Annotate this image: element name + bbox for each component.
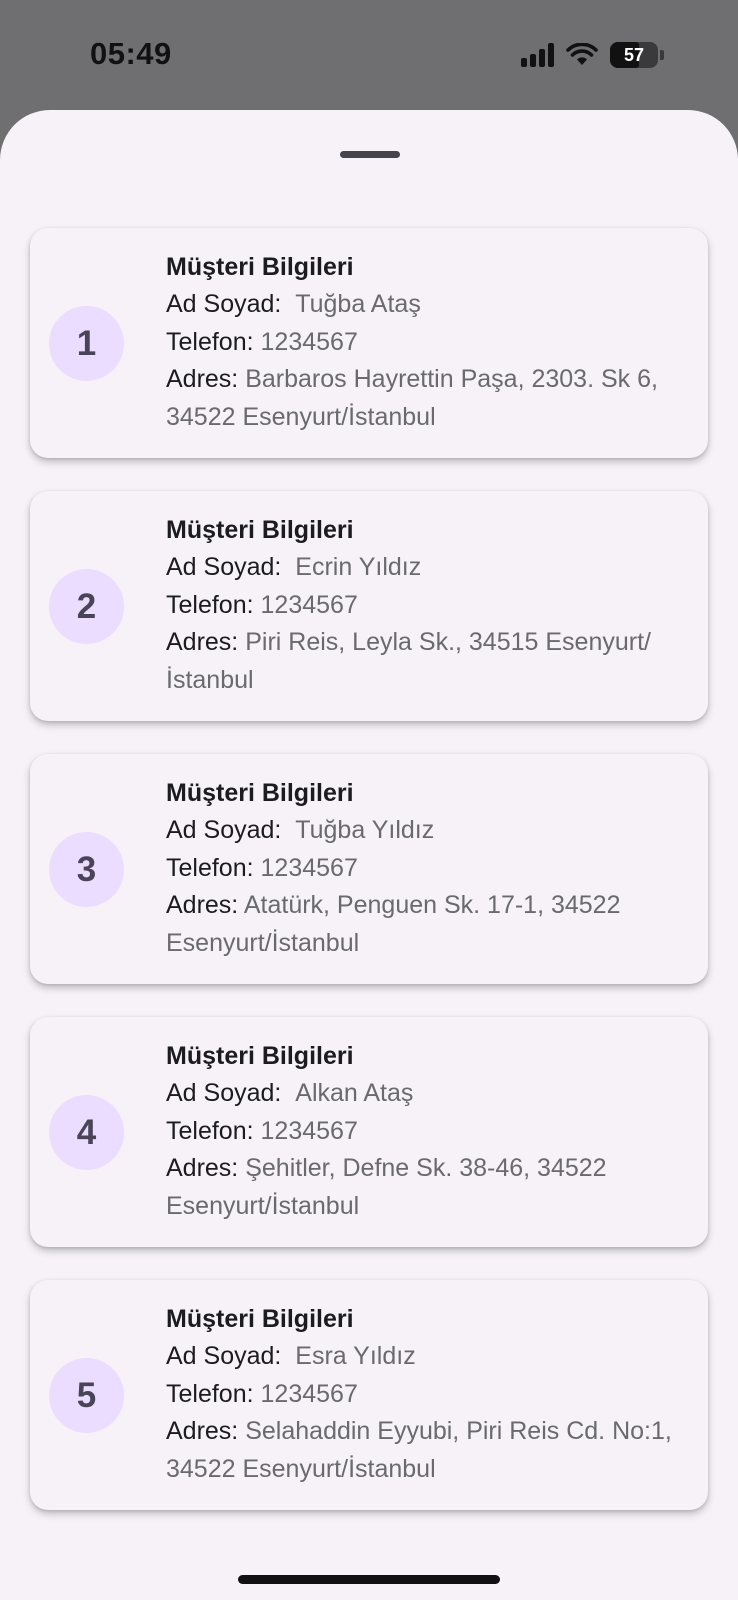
phone-row: Telefon: 1234567 (166, 1113, 686, 1151)
battery-level: 57 (623, 45, 645, 65)
address-row: Adres: Şehitler, Defne Sk. 38-46, 34522 … (166, 1150, 686, 1225)
phone-row: Telefon: 1234567 (166, 587, 686, 625)
status-icons: 57 (521, 40, 664, 70)
card-title: Müşteri Bilgileri (166, 253, 354, 281)
phone-label: Telefon: (166, 590, 254, 619)
address-label: Adres: (166, 1417, 239, 1445)
name-label: Ad Soyad: (166, 816, 282, 844)
customer-name: Tuğba Ataş (295, 290, 421, 318)
customer-name: Ecrin Yıldız (295, 553, 422, 581)
customer-phone: 1234567 (260, 590, 358, 619)
phone-row: Telefon: 1234567 (166, 324, 686, 362)
customer-number-avatar: 5 (49, 1358, 124, 1433)
customer-card[interactable]: 3 Müşteri Bilgileri Ad Soyad: Tuğba Yıld… (30, 754, 708, 984)
name-label: Ad Soyad: (166, 1342, 282, 1370)
phone-row: Telefon: 1234567 (166, 1376, 686, 1414)
address-label: Adres: (166, 891, 239, 919)
customer-phone: 1234567 (260, 327, 358, 356)
home-indicator (238, 1575, 500, 1584)
phone-label: Telefon: (166, 853, 254, 882)
customer-phone: 1234567 (260, 853, 358, 882)
name-label: Ad Soyad: (166, 1079, 282, 1107)
bottom-sheet: 1 Müşteri Bilgileri Ad Soyad: Tuğba Ataş… (0, 110, 738, 1600)
customer-card[interactable]: 1 Müşteri Bilgileri Ad Soyad: Tuğba Ataş… (30, 228, 708, 458)
customer-name: Esra Yıldız (295, 1342, 416, 1370)
wifi-icon (566, 43, 598, 65)
customer-info: Müşteri Bilgileri Ad Soyad: Tuğba Yıldız… (166, 774, 686, 962)
phone-label: Telefon: (166, 327, 254, 356)
name-row: Ad Soyad: Esra Yıldız (166, 1338, 686, 1376)
customer-info: Müşteri Bilgileri Ad Soyad: Esra Yıldız … (166, 1300, 686, 1488)
customer-address: Barbaros Hayrettin Paşa, 2303. Sk 6, 345… (166, 365, 658, 431)
name-row: Ad Soyad: Tuğba Ataş (166, 286, 686, 324)
address-label: Adres: (166, 628, 239, 656)
name-row: Ad Soyad: Ecrin Yıldız (166, 549, 686, 587)
address-row: Adres: Barbaros Hayrettin Paşa, 2303. Sk… (166, 361, 686, 436)
customer-card[interactable]: 5 Müşteri Bilgileri Ad Soyad: Esra Yıldı… (30, 1280, 708, 1510)
phone-row: Telefon: 1234567 (166, 850, 686, 888)
customer-address: Selahaddin Eyyubi, Piri Reis Cd. No:1, 3… (166, 1417, 672, 1483)
phone-label: Telefon: (166, 1116, 254, 1145)
name-row: Ad Soyad: Alkan Ataş (166, 1075, 686, 1113)
address-label: Adres: (166, 1154, 239, 1182)
customer-info: Müşteri Bilgileri Ad Soyad: Ecrin Yıldız… (166, 511, 686, 699)
address-row: Adres: Selahaddin Eyyubi, Piri Reis Cd. … (166, 1413, 686, 1488)
customer-card[interactable]: 2 Müşteri Bilgileri Ad Soyad: Ecrin Yıld… (30, 491, 708, 721)
name-row: Ad Soyad: Tuğba Yıldız (166, 812, 686, 850)
cellular-signal-icon (521, 43, 554, 67)
drag-handle[interactable] (340, 151, 400, 158)
customer-info: Müşteri Bilgileri Ad Soyad: Tuğba Ataş T… (166, 248, 686, 436)
customer-name: Alkan Ataş (295, 1079, 414, 1107)
name-label: Ad Soyad: (166, 553, 282, 581)
battery-nub (660, 50, 664, 60)
card-title: Müşteri Bilgileri (166, 1042, 354, 1070)
name-label: Ad Soyad: (166, 290, 282, 318)
status-time: 05:49 (90, 36, 172, 71)
customer-phone: 1234567 (260, 1116, 358, 1145)
customer-number-avatar: 3 (49, 832, 124, 907)
customer-phone: 1234567 (260, 1379, 358, 1408)
status-bar: 05:49 57 (0, 0, 738, 110)
customer-address: Piri Reis, Leyla Sk., 34515 Esenyurt/İst… (166, 628, 651, 694)
card-title: Müşteri Bilgileri (166, 1305, 354, 1333)
card-title: Müşteri Bilgileri (166, 516, 354, 544)
customer-number-avatar: 4 (49, 1095, 124, 1170)
address-row: Adres: Piri Reis, Leyla Sk., 34515 Eseny… (166, 624, 686, 699)
address-row: Adres: Atatürk, Penguen Sk. 17-1, 34522 … (166, 887, 686, 962)
customer-name: Tuğba Yıldız (295, 816, 435, 844)
phone-label: Telefon: (166, 1379, 254, 1408)
customer-number-avatar: 2 (49, 569, 124, 644)
customer-number-avatar: 1 (49, 306, 124, 381)
card-title: Müşteri Bilgileri (166, 779, 354, 807)
address-label: Adres: (166, 365, 239, 393)
customer-info: Müşteri Bilgileri Ad Soyad: Alkan Ataş T… (166, 1037, 686, 1225)
battery-icon: 57 (610, 42, 658, 68)
customer-card[interactable]: 4 Müşteri Bilgileri Ad Soyad: Alkan Ataş… (30, 1017, 708, 1247)
